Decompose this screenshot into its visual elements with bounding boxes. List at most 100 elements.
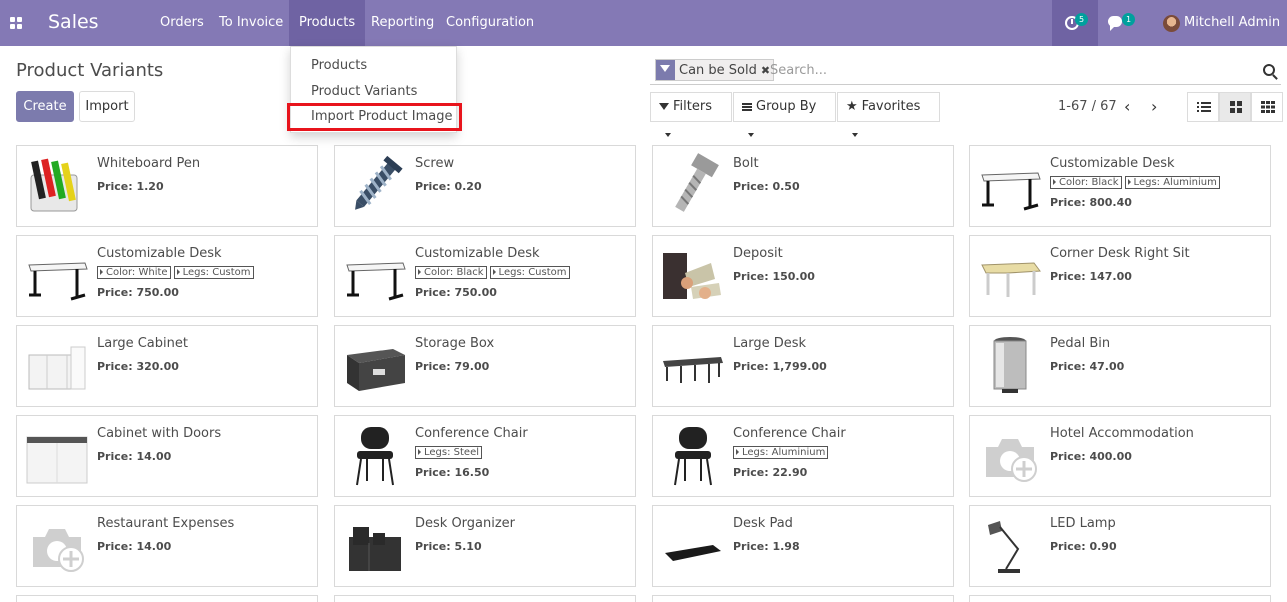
app-title: Sales [48,11,99,33]
product-name: Desk Pad [733,516,793,531]
product-price: Price: 320.00 [97,360,179,373]
kanban-card[interactable]: Large Cabinet Price: 320.00 [16,325,318,407]
placeholder-image [986,439,1037,482]
list-view-button[interactable] [1187,92,1219,122]
product-name: Screw [415,156,455,171]
page-title: Product Variants [16,60,164,81]
filters-button[interactable]: Filters [650,92,732,137]
kanban-card[interactable]: Cabinet with Doors Price: 14.00 [16,415,318,497]
money-image [663,253,721,299]
product-name: Cabinet with Doors [97,426,222,441]
attribute-tag: Legs: Aluminium [1124,176,1220,189]
product-price: Price: 750.00 [415,286,497,299]
app-menu-icon[interactable] [10,17,22,29]
pad-image [665,545,721,561]
kanban-card[interactable]: Bolt Price: 0.50 [652,145,954,227]
kanban-card[interactable]: Customizable Desk Color: Black Legs: Custo… [334,235,636,317]
menu-to-invoice[interactable]: To Invoice [209,0,293,46]
kanban-card[interactable]: Desk Organizer Price: 5.10 [334,505,636,587]
screw-image [355,155,403,210]
pager-next-icon[interactable]: › [1151,97,1157,116]
activity-button[interactable]: 5 [1052,0,1098,46]
product-name: LED Lamp [1050,516,1116,531]
product-name: Pedal Bin [1050,336,1111,351]
grid-view-button[interactable] [1251,92,1283,122]
kanban-card-partial[interactable] [334,595,636,602]
kanban-card[interactable]: Conference Chair Legs: Steel Price: 16.50 [334,415,636,497]
cabinet-image [28,346,86,390]
product-price: Price: 400.00 [1050,450,1132,463]
attribute-tag: Legs: Aluminium [733,446,829,459]
product-price: Price: 750.00 [97,286,179,299]
dropdown-item-products[interactable]: Products [311,58,367,73]
pager-value[interactable]: 1-67 / 67 [1058,99,1117,114]
kanban-card[interactable]: Whiteboard Pen Price: 1.20 [16,145,318,227]
product-name: Restaurant Expenses [97,516,235,531]
kanban-card-partial[interactable] [969,595,1271,602]
menu-reporting[interactable]: Reporting [361,0,444,46]
avatar[interactable] [1163,15,1180,32]
menu-products[interactable]: Products [289,0,366,46]
product-name: Bolt [733,156,759,171]
kanban-view-button[interactable] [1219,92,1251,122]
search-facet: Can be Sold ✖ [655,59,775,81]
kanban-card[interactable]: LED Lamp Price: 0.90 [969,505,1271,587]
product-name: Customizable Desk [97,246,222,261]
favorites-button[interactable]: ★ Favorites [837,92,940,137]
attribute-tag: Color: Black [415,266,487,279]
bin-image [993,337,1027,393]
product-price: Price: 14.00 [97,540,172,553]
caret-down-icon [852,132,858,137]
search-input[interactable]: Search... [770,63,827,78]
kanban-card[interactable]: Deposit Price: 150.00 [652,235,954,317]
messaging-button[interactable]: 1 [1098,0,1144,46]
kanban-card[interactable]: Customizable Desk Color: White Legs: Custo… [16,235,318,317]
create-button[interactable]: Create [16,91,74,122]
product-price: Price: 22.90 [733,466,808,479]
user-menu[interactable]: Mitchell Admin [1184,0,1280,46]
activity-badge: 5 [1075,13,1088,26]
product-name: Large Desk [733,336,807,351]
attribute-tag: Legs: Steel [415,446,483,459]
kanban-card[interactable]: Corner Desk Right Sit Price: 147.00 [969,235,1271,317]
product-price: Price: 800.40 [1050,196,1132,209]
message-badge: 1 [1122,13,1135,26]
large-desk-image [663,357,723,383]
desk-image [28,262,88,301]
chair-image [356,427,394,486]
menu-configuration[interactable]: Configuration [436,0,544,46]
kanban-card[interactable]: Restaurant Expenses Price: 14.00 [16,505,318,587]
desk-image [981,172,1041,211]
menu-orders[interactable]: Orders [150,0,214,46]
grid-view-icon [1261,101,1275,113]
search-icon[interactable] [1263,64,1275,76]
attribute-tag: Color: White [97,266,171,279]
groupby-button[interactable]: Group By [733,92,836,137]
attribute-tag: Color: Black [1050,176,1122,189]
filter-icon [659,103,669,110]
product-name: Customizable Desk [415,246,540,261]
product-price: Price: 5.10 [415,540,482,553]
product-price: Price: 147.00 [1050,270,1132,283]
kanban-card[interactable]: Screw Price: 0.20 [334,145,636,227]
pager-previous-icon[interactable]: ‹ [1124,97,1130,116]
kanban-card-partial[interactable] [652,595,954,602]
kanban-card-partial[interactable] [16,595,318,602]
kanban-card[interactable]: Conference Chair Legs: Aluminium Price: 22… [652,415,954,497]
favorites-label: Favorites [861,99,921,114]
product-name: Conference Chair [733,426,846,441]
kanban-card[interactable]: Storage Box Price: 79.00 [334,325,636,407]
list-view-icon [1197,102,1211,112]
kanban-view-icon [1230,101,1242,113]
kanban-card[interactable]: Large Desk Price: 1,799.00 [652,325,954,407]
attribute-tags: Color: White Legs: Custom [97,264,257,279]
kanban-card[interactable]: Pedal Bin Price: 47.00 [969,325,1271,407]
import-button[interactable]: Import [79,91,135,122]
product-price: Price: 0.20 [415,180,482,193]
kanban-card[interactable]: Customizable Desk Color: Black Legs: Alumi… [969,145,1271,227]
kanban-card[interactable]: Desk Pad Price: 1.98 [652,505,954,587]
dropdown-item-product-variants[interactable]: Product Variants [311,84,417,99]
kanban-card[interactable]: Hotel Accommodation Price: 400.00 [969,415,1271,497]
attribute-tag: Legs: Custom [489,266,570,279]
product-name: Conference Chair [415,426,528,441]
